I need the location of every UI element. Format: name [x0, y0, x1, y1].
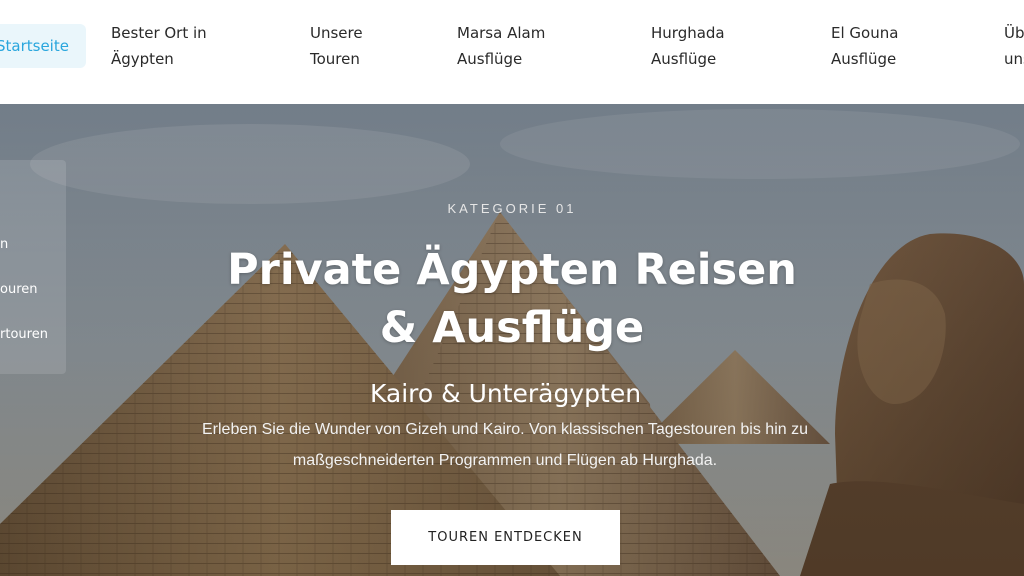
nav-item-label: Hurghada: [651, 24, 725, 42]
hero-title: Private Ägypten Reisen & Ausflüge: [227, 245, 797, 353]
explore-tours-button[interactable]: TOUREN ENTDECKEN: [391, 510, 620, 565]
side-panel-item[interactable]: rtouren: [0, 327, 48, 342]
side-panel-item[interactable]: ouren: [0, 282, 38, 297]
nav-item-unsere-touren[interactable]: Unsere Touren: [310, 20, 363, 72]
nav-item-marsa-alam[interactable]: Marsa Alam Ausflüge: [457, 20, 545, 72]
nav-item-label: uns: [1004, 50, 1024, 68]
nav-item-label: El Gouna: [831, 24, 899, 42]
nav-item-hurghada[interactable]: Hurghada Ausflüge: [651, 20, 725, 72]
nav-item-bester-ort[interactable]: Bester Ort in Ägypten: [111, 20, 207, 72]
nav-item-label: Bester Ort in: [111, 24, 207, 42]
nav-item-label: Unsere: [310, 24, 363, 42]
hero-section: n ouren rtouren KATEGORIE 01 Private Ägy…: [0, 104, 1024, 576]
side-dropdown-panel: n ouren rtouren: [0, 160, 66, 374]
nav-item-label: Ausflüge: [457, 50, 523, 68]
nav-item-label: Ausflüge: [651, 50, 717, 68]
nav-item-startseite[interactable]: Startseite: [0, 24, 86, 68]
hero-kicker: KATEGORIE 01: [447, 201, 577, 216]
nav-item-label: Touren: [310, 50, 360, 68]
top-navigation: Startseite Bester Ort in Ägypten Unsere …: [0, 0, 1024, 104]
nav-item-ueber-uns[interactable]: Üb uns: [1004, 20, 1024, 72]
side-panel-item[interactable]: n: [0, 237, 8, 252]
nav-item-el-gouna[interactable]: El Gouna Ausflüge: [831, 20, 898, 72]
nav-item-label: Ausflüge: [831, 50, 897, 68]
hero-description: Erleben Sie die Wunder von Gizeh und Kai…: [202, 421, 808, 469]
nav-item-label: Ägypten: [111, 50, 174, 68]
hero-subtitle: Kairo & Unterägypten: [369, 379, 642, 408]
nav-item-label: Üb: [1004, 24, 1024, 42]
nav-item-label: Marsa Alam: [457, 24, 546, 42]
